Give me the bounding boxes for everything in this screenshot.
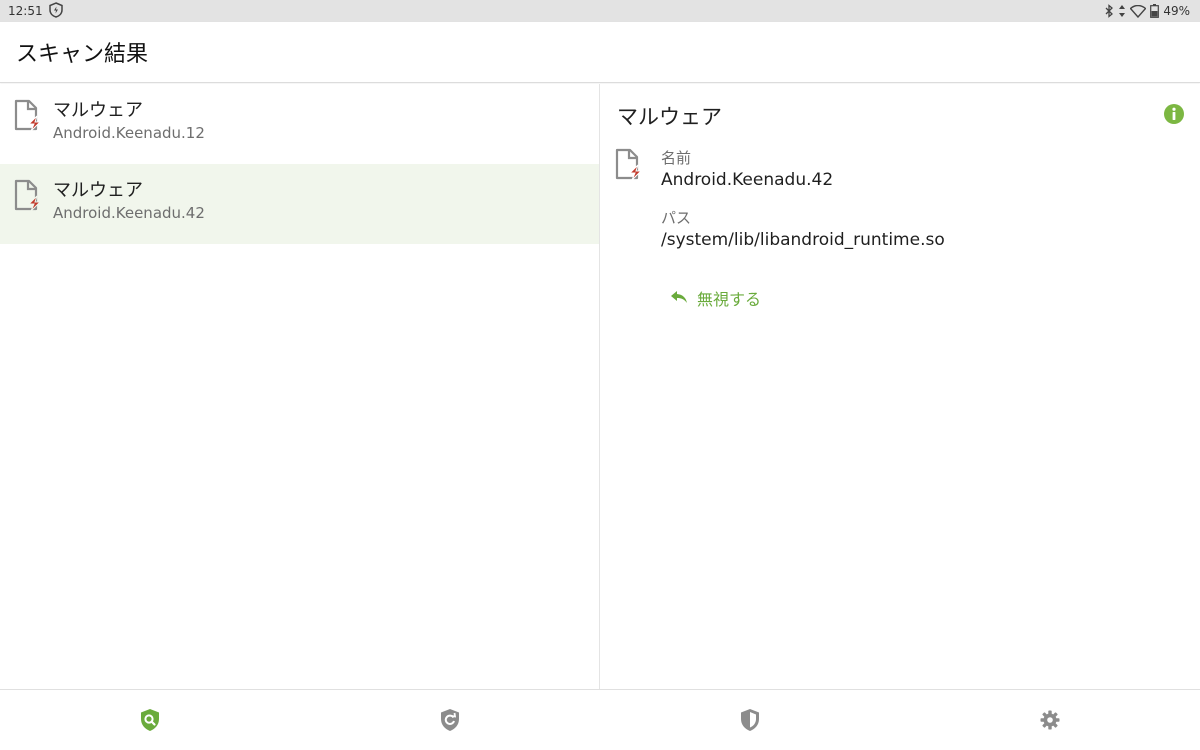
ignore-label: 無視する	[697, 290, 762, 309]
status-time: 12:51	[8, 4, 43, 18]
path-value: /system/lib/libandroid_runtime.so	[661, 230, 945, 250]
path-label: パス	[661, 209, 692, 227]
bottom-nav	[0, 689, 1200, 750]
name-value: Android.Keenadu.42	[661, 170, 834, 190]
page-title: スキャン結果	[16, 42, 149, 67]
ignore-button[interactable]: 無視する	[670, 286, 761, 310]
status-bar: 12:51 49%	[0, 0, 1200, 22]
data-transfer-icon	[1118, 4, 1126, 18]
item-title: マルウェア	[53, 100, 143, 121]
battery-level: 49%	[1163, 4, 1190, 18]
name-label: 名前	[661, 149, 692, 167]
results-list: マルウェア Android.Keenadu.12 マルウェア Android.K…	[0, 84, 599, 689]
bluetooth-icon	[1104, 4, 1114, 18]
detail-fields: 名前 Android.Keenadu.42 パス /system/lib/lib…	[661, 148, 945, 268]
gear-icon	[1039, 709, 1061, 731]
security-shield-icon	[739, 708, 761, 732]
reply-arrow-icon	[670, 289, 688, 308]
shield-status-icon	[48, 1, 63, 21]
threat-file-icon	[13, 179, 43, 213]
list-item[interactable]: マルウェア Android.Keenadu.12	[0, 84, 599, 164]
battery-icon	[1150, 4, 1160, 18]
detail-title: マルウェア	[617, 105, 722, 129]
nav-settings[interactable]	[900, 690, 1200, 750]
item-title: マルウェア	[53, 180, 143, 201]
item-subtitle: Android.Keenadu.12	[53, 124, 205, 142]
item-subtitle: Android.Keenadu.42	[53, 204, 205, 222]
list-item-selected[interactable]: マルウェア Android.Keenadu.42	[0, 164, 599, 244]
threat-file-icon	[614, 148, 644, 182]
wifi-icon	[1130, 4, 1147, 18]
nav-scan[interactable]	[0, 690, 300, 750]
detail-pane: マルウェア 名前 Android.Keenadu.42 パス /system/l…	[600, 84, 1200, 689]
app-bar: スキャン結果	[0, 22, 1200, 83]
nav-update[interactable]	[300, 690, 600, 750]
threat-file-icon	[13, 99, 43, 133]
nav-security[interactable]	[600, 690, 900, 750]
info-icon[interactable]	[1163, 103, 1185, 125]
scan-shield-icon	[139, 708, 161, 732]
update-shield-icon	[439, 708, 461, 732]
